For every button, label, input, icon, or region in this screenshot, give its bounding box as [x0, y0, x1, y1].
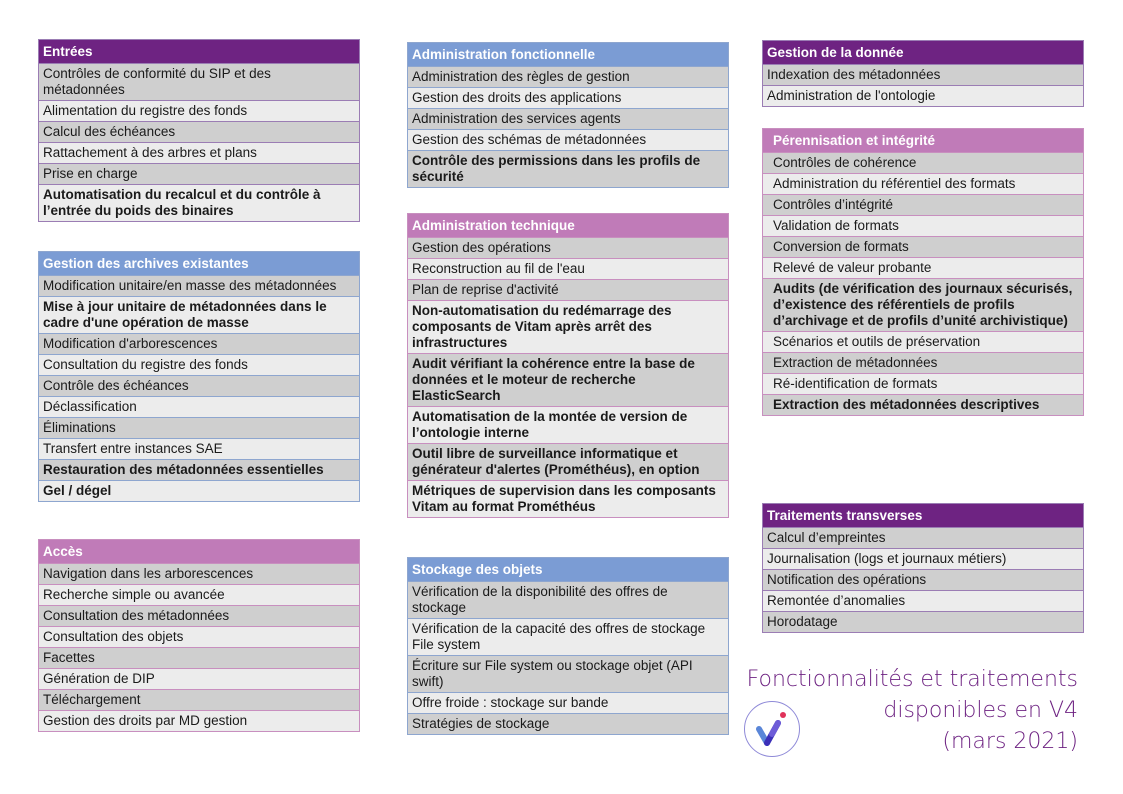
feature-item: Remontée d’anomalies [763, 590, 1083, 611]
section-acces: Accès Navigation dans les arborescences Re… [38, 539, 360, 732]
feature-item: Administration des services agents [408, 108, 728, 129]
section-header: Gestion de la donnée [763, 41, 1083, 64]
feature-item: Gestion des schémas de métadonnées [408, 129, 728, 150]
section-header: Administration fonctionnelle [408, 43, 728, 66]
feature-item: Offre froide : stockage sur bande [408, 692, 728, 713]
feature-item: Déclassification [39, 396, 359, 417]
feature-item: Audit vérifiant la cohérence entre la ba… [408, 353, 728, 406]
feature-item: Restauration des métadonnées essentielle… [39, 459, 359, 480]
feature-item: Gestion des droits par MD gestion [39, 710, 359, 731]
feature-item: Contrôles d’intégrité [763, 194, 1083, 215]
feature-item: Automatisation du recalcul et du contrôl… [39, 184, 359, 221]
feature-item: Navigation dans les arborescences [39, 563, 359, 584]
feature-item: Gestion des opérations [408, 237, 728, 258]
feature-item: Validation de formats [763, 215, 1083, 236]
feature-item: Prise en charge [39, 163, 359, 184]
feature-item: Consultation des objets [39, 626, 359, 647]
feature-item: Ré-identification de formats [763, 373, 1083, 394]
feature-item: Vérification de la capacité des offres d… [408, 618, 728, 655]
feature-item: Mise à jour unitaire de métadonnées dans… [39, 296, 359, 333]
section-perennisation-et-integrite: Pérennisation et intégrité Contrôles de c… [762, 128, 1084, 416]
feature-item: Extraction de métadonnées [763, 352, 1083, 373]
section-entrees: Entrées Contrôles de conformité du SIP et… [38, 39, 360, 222]
section-gestion-des-archives-existantes: Gestion des archives existantes Modificat… [38, 251, 360, 502]
feature-item: Génération de DIP [39, 668, 359, 689]
feature-item: Horodatage [763, 611, 1083, 632]
feature-item: Modification unitaire/en masse des métad… [39, 275, 359, 296]
feature-item: Recherche simple ou avancée [39, 584, 359, 605]
section-header: Stockage des objets [408, 558, 728, 581]
title-line-1: Fonctionnalités et traitements [746, 667, 1078, 692]
feature-item: Journalisation (logs et journaux métiers… [763, 548, 1083, 569]
feature-item: Transfert entre instances SAE [39, 438, 359, 459]
feature-item: Administration de l'ontologie [763, 85, 1083, 106]
feature-item: Éliminations [39, 417, 359, 438]
document-title: Fonctionnalités et traitements disponibl… [747, 664, 1078, 757]
feature-item: Relevé de valeur probante [763, 257, 1083, 278]
feature-item: Calcul d’empreintes [763, 527, 1083, 548]
section-header: Administration technique [408, 214, 728, 237]
feature-item: Contrôles de cohérence [763, 152, 1083, 173]
feature-item: Gel / dégel [39, 480, 359, 501]
feature-item: Téléchargement [39, 689, 359, 710]
feature-item: Calcul des échéances [39, 121, 359, 142]
feature-item: Stratégies de stockage [408, 713, 728, 734]
section-stockage-des-objets: Stockage des objets Vérification de la di… [407, 557, 729, 735]
section-administration-technique: Administration technique Gestion des opér… [407, 213, 729, 518]
feature-item: Administration du référentiel des format… [763, 173, 1083, 194]
feature-item: Gestion des droits des applications [408, 87, 728, 108]
feature-item: Contrôle des échéances [39, 375, 359, 396]
feature-item: Consultation du registre des fonds [39, 354, 359, 375]
section-header: Pérennisation et intégrité [763, 129, 1083, 152]
section-header: Accès [39, 540, 359, 563]
feature-item: Indexation des métadonnées [763, 64, 1083, 85]
title-line-2: disponibles en V4 [883, 698, 1078, 723]
feature-item: Rattachement à des arbres et plans [39, 142, 359, 163]
section-traitements-transverses: Traitements transverses Calcul d’empreint… [762, 503, 1084, 633]
feature-item: Consultation des métadonnées [39, 605, 359, 626]
feature-item: Alimentation du registre des fonds [39, 100, 359, 121]
feature-item: Non-automatisation du redémarrage des co… [408, 300, 728, 353]
feature-item: Scénarios et outils de préservation [763, 331, 1083, 352]
feature-item: Vérification de la disponibilité des off… [408, 581, 728, 618]
feature-item: Plan de reprise d'activité [408, 279, 728, 300]
section-header: Gestion des archives existantes [39, 252, 359, 275]
section-administration-fonctionnelle: Administration fonctionnelle Administrati… [407, 42, 729, 188]
feature-item: Notification des opérations [763, 569, 1083, 590]
title-line-3: (mars 2021) [942, 729, 1078, 754]
feature-item: Extraction des métadonnées descriptives [763, 394, 1083, 415]
feature-item: Facettes [39, 647, 359, 668]
section-header: Traitements transverses [763, 504, 1083, 527]
feature-item: Métriques de supervision dans les compos… [408, 480, 728, 517]
feature-item: Audits (de vérification des journaux séc… [763, 278, 1083, 331]
section-header: Entrées [39, 40, 359, 63]
feature-item: Outil libre de surveillance informatique… [408, 443, 728, 480]
feature-item: Conversion de formats [763, 236, 1083, 257]
feature-item: Contrôle des permissions dans les profil… [408, 150, 728, 187]
feature-item: Contrôles de conformité du SIP et des mé… [39, 63, 359, 100]
feature-item: Écriture sur File system ou stockage obj… [408, 655, 728, 692]
feature-item: Automatisation de la montée de version d… [408, 406, 728, 443]
feature-item: Modification d'arborescences [39, 333, 359, 354]
feature-item: Administration des règles de gestion [408, 66, 728, 87]
section-gestion-de-la-donnee: Gestion de la donnée Indexation des métad… [762, 40, 1084, 107]
feature-item: Reconstruction au fil de l'eau [408, 258, 728, 279]
